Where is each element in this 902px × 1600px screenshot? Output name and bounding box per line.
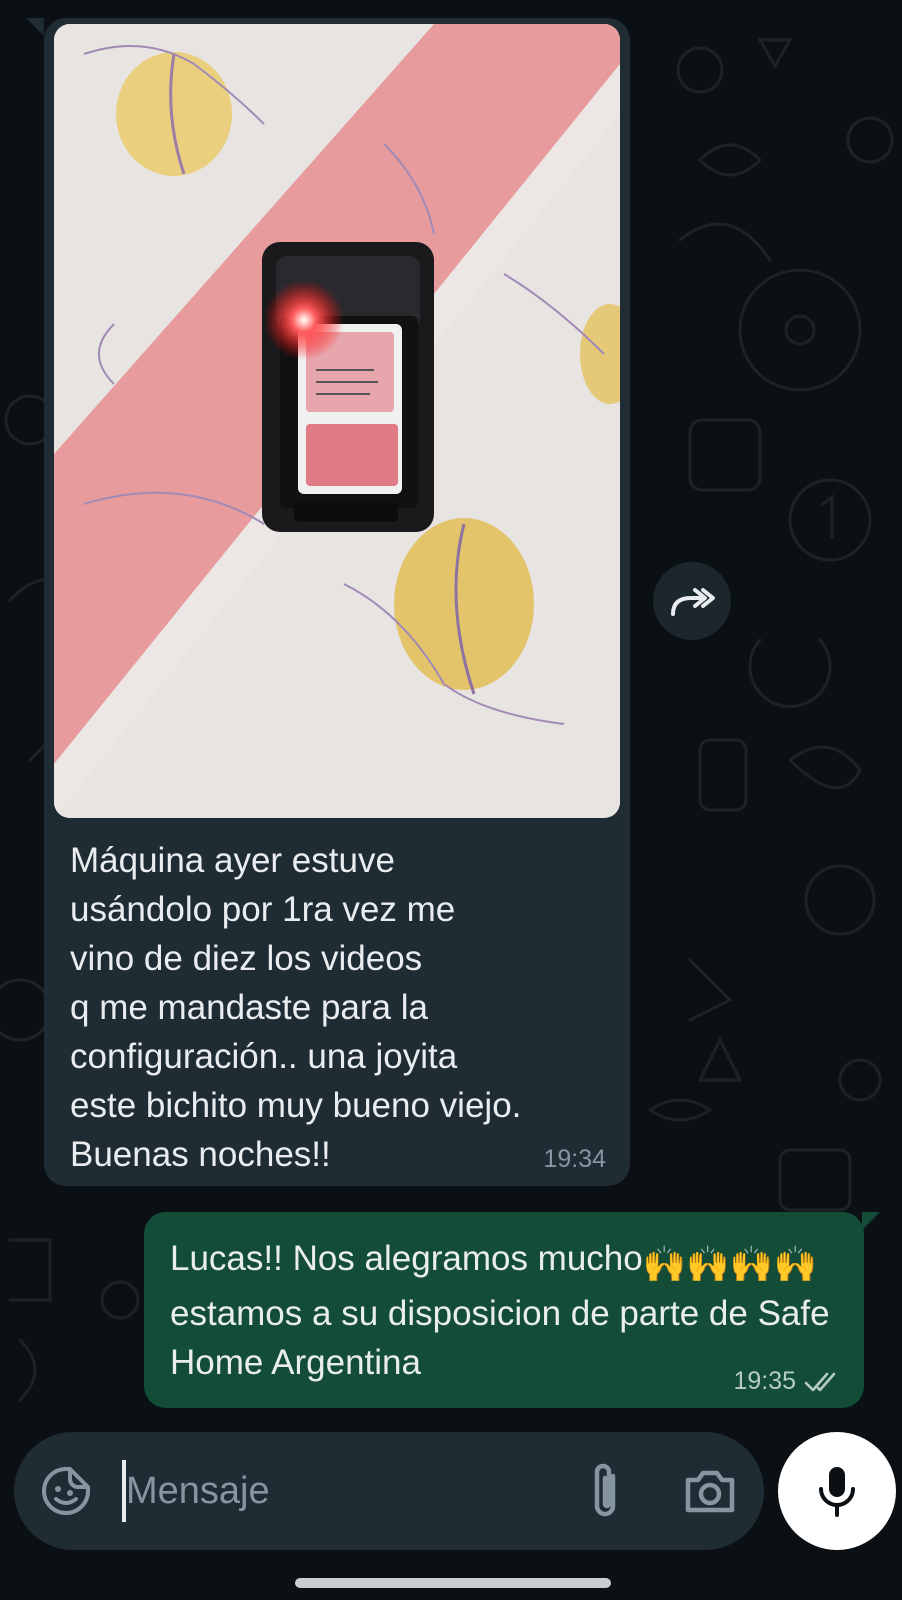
attach-button[interactable]: [579, 1462, 633, 1520]
bubble-tail: [26, 18, 44, 36]
home-indicator[interactable]: [295, 1578, 611, 1588]
message-input[interactable]: [126, 1462, 546, 1520]
message-composer: [14, 1432, 764, 1550]
paperclip-icon: [594, 1463, 616, 1517]
message-timestamp: 19:35: [733, 1367, 796, 1395]
camera-icon: [685, 1470, 735, 1513]
message-photo[interactable]: [54, 24, 620, 818]
incoming-message-bubble[interactable]: Máquina ayer estuve usándolo por 1ra vez…: [26, 18, 630, 1186]
sticker-button[interactable]: [40, 1465, 92, 1517]
voice-message-button[interactable]: [778, 1432, 896, 1550]
outgoing-message-bubble[interactable]: Lucas!! Nos alegramos mucho🙌🙌🙌🙌 estamos …: [144, 1212, 880, 1408]
bubble-tail: [862, 1212, 880, 1230]
message-meta: 19:35: [733, 1367, 842, 1396]
microphone-icon: [819, 1467, 855, 1517]
message-timestamp: 19:34: [543, 1145, 606, 1173]
double-check-icon: [804, 1372, 836, 1391]
forward-button[interactable]: [653, 562, 731, 640]
incoming-message-text: Máquina ayer estuve usándolo por 1ra vez…: [70, 841, 522, 1174]
forward-icon: [671, 588, 715, 616]
outgoing-message-rest: estamos a su disposicion de parte de Saf…: [170, 1294, 830, 1382]
outgoing-message-text: Lucas!! Nos alegramos mucho🙌🙌🙌🙌 estamos …: [170, 1234, 830, 1387]
photo-sim-card-tracker-icon: [54, 24, 620, 818]
camera-button[interactable]: [682, 1464, 738, 1520]
raising-hands-emoji: 🙌🙌🙌🙌: [642, 1245, 818, 1284]
sticker-icon: [42, 1467, 90, 1515]
outgoing-message-line: Lucas!! Nos alegramos mucho: [170, 1239, 643, 1278]
